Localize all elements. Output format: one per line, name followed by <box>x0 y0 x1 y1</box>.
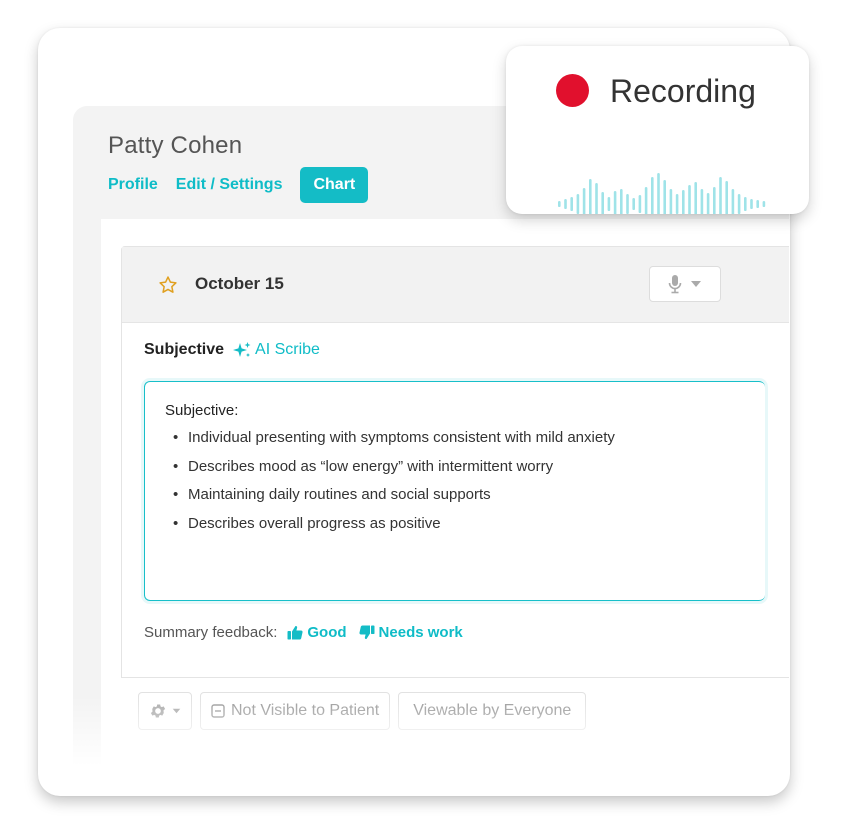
waveform-bar <box>613 191 617 214</box>
visibility-toggle-button[interactable]: Not Visible to Patient <box>200 692 391 730</box>
not-visible-label: Not Visible to Patient <box>231 702 380 719</box>
waveform-bar <box>700 189 704 214</box>
summary-feedback: Summary feedback: Good Needs work <box>144 624 475 641</box>
waveform-bar <box>582 188 586 214</box>
chevron-down-icon <box>172 708 181 714</box>
section-header: Subjective AI Scribe <box>144 341 320 359</box>
note-toolbar: Not Visible to Patient Viewable by Every… <box>138 692 587 730</box>
section-title: Subjective <box>144 341 225 358</box>
microphone-icon <box>668 275 682 294</box>
waveform-bar <box>719 177 722 214</box>
settings-menu-button[interactable] <box>138 692 192 730</box>
sparkle-icon <box>233 342 251 357</box>
viewable-label: Viewable by Everyone <box>413 702 572 719</box>
viewable-by-everyone-button[interactable]: Viewable by Everyone <box>398 692 587 730</box>
waveform-bar <box>713 187 716 214</box>
note-header: October 15 <box>122 247 789 323</box>
feedback-needs-work-label: Needs work <box>378 624 463 641</box>
tab-profile[interactable]: Profile <box>108 176 158 194</box>
waveform-bar <box>744 197 747 211</box>
thumbs-down-icon <box>358 625 375 640</box>
subjective-text-area[interactable]: Subjective: Individual presenting with s… <box>144 381 765 601</box>
subjective-bullets: Individual presenting with symptoms cons… <box>173 428 615 542</box>
waveform-bar <box>694 182 697 214</box>
list-item: Maintaining daily routines and social su… <box>173 485 615 514</box>
list-item: Individual presenting with symptoms cons… <box>173 428 615 457</box>
checkbox-icon <box>211 704 225 718</box>
subjective-heading: Subjective: <box>165 402 239 419</box>
waveform-bar <box>595 183 598 214</box>
dictation-button[interactable] <box>649 266 721 302</box>
list-item: Describes overall progress as positive <box>173 514 615 543</box>
waveform-bar <box>725 181 728 214</box>
feedback-label: Summary feedback: <box>144 624 278 641</box>
waveform-bar <box>558 201 561 207</box>
note-date: October 15 <box>195 274 284 293</box>
waveform-bar <box>564 199 567 209</box>
waveform-bar <box>644 187 648 214</box>
waveform-bar <box>601 192 604 214</box>
thumbs-up-icon <box>287 625 303 640</box>
waveform-bar <box>576 194 580 214</box>
chevron-down-icon <box>691 281 701 287</box>
ai-scribe-link[interactable]: AI Scribe <box>232 341 320 359</box>
note-panel: October 15 Subjective AI Scribe Subjecti… <box>121 246 789 678</box>
patient-nav: Profile Edit / Settings Chart <box>108 167 369 203</box>
gear-icon <box>150 704 166 718</box>
waveform-bar <box>682 190 685 214</box>
waveform-bar <box>750 199 753 209</box>
feedback-good-button[interactable]: Good <box>287 624 347 641</box>
waveform-bar <box>589 179 592 214</box>
list-item: Describes mood as “low energy” with inte… <box>173 457 615 486</box>
waveform-bar <box>706 193 710 214</box>
waveform-bar <box>737 194 741 214</box>
waveform-bar <box>669 189 673 214</box>
waveform-bar <box>657 173 660 214</box>
waveform-icon <box>558 173 766 214</box>
waveform-bar <box>570 197 573 211</box>
waveform-bar <box>651 177 654 214</box>
feedback-good-label: Good <box>307 624 347 641</box>
star-icon[interactable] <box>158 275 178 295</box>
waveform-bar <box>638 195 642 213</box>
feedback-needs-work-button[interactable]: Needs work <box>358 624 463 641</box>
waveform-bar <box>620 189 623 214</box>
recording-card: Recording <box>506 46 809 214</box>
waveform-bar <box>688 185 691 214</box>
ai-scribe-label: AI Scribe <box>255 341 320 358</box>
waveform-bar <box>756 200 759 208</box>
waveform-bar <box>762 201 766 207</box>
waveform-bar <box>731 189 735 214</box>
waveform-bar <box>607 197 611 211</box>
waveform-bar <box>675 194 679 214</box>
waveform-bar <box>626 194 629 214</box>
tab-chart[interactable]: Chart <box>300 167 369 203</box>
patient-name: Patty Cohen <box>108 132 243 159</box>
waveform-bar <box>663 180 666 214</box>
tab-edit-settings[interactable]: Edit / Settings <box>176 176 283 194</box>
waveform-bar <box>632 198 635 210</box>
